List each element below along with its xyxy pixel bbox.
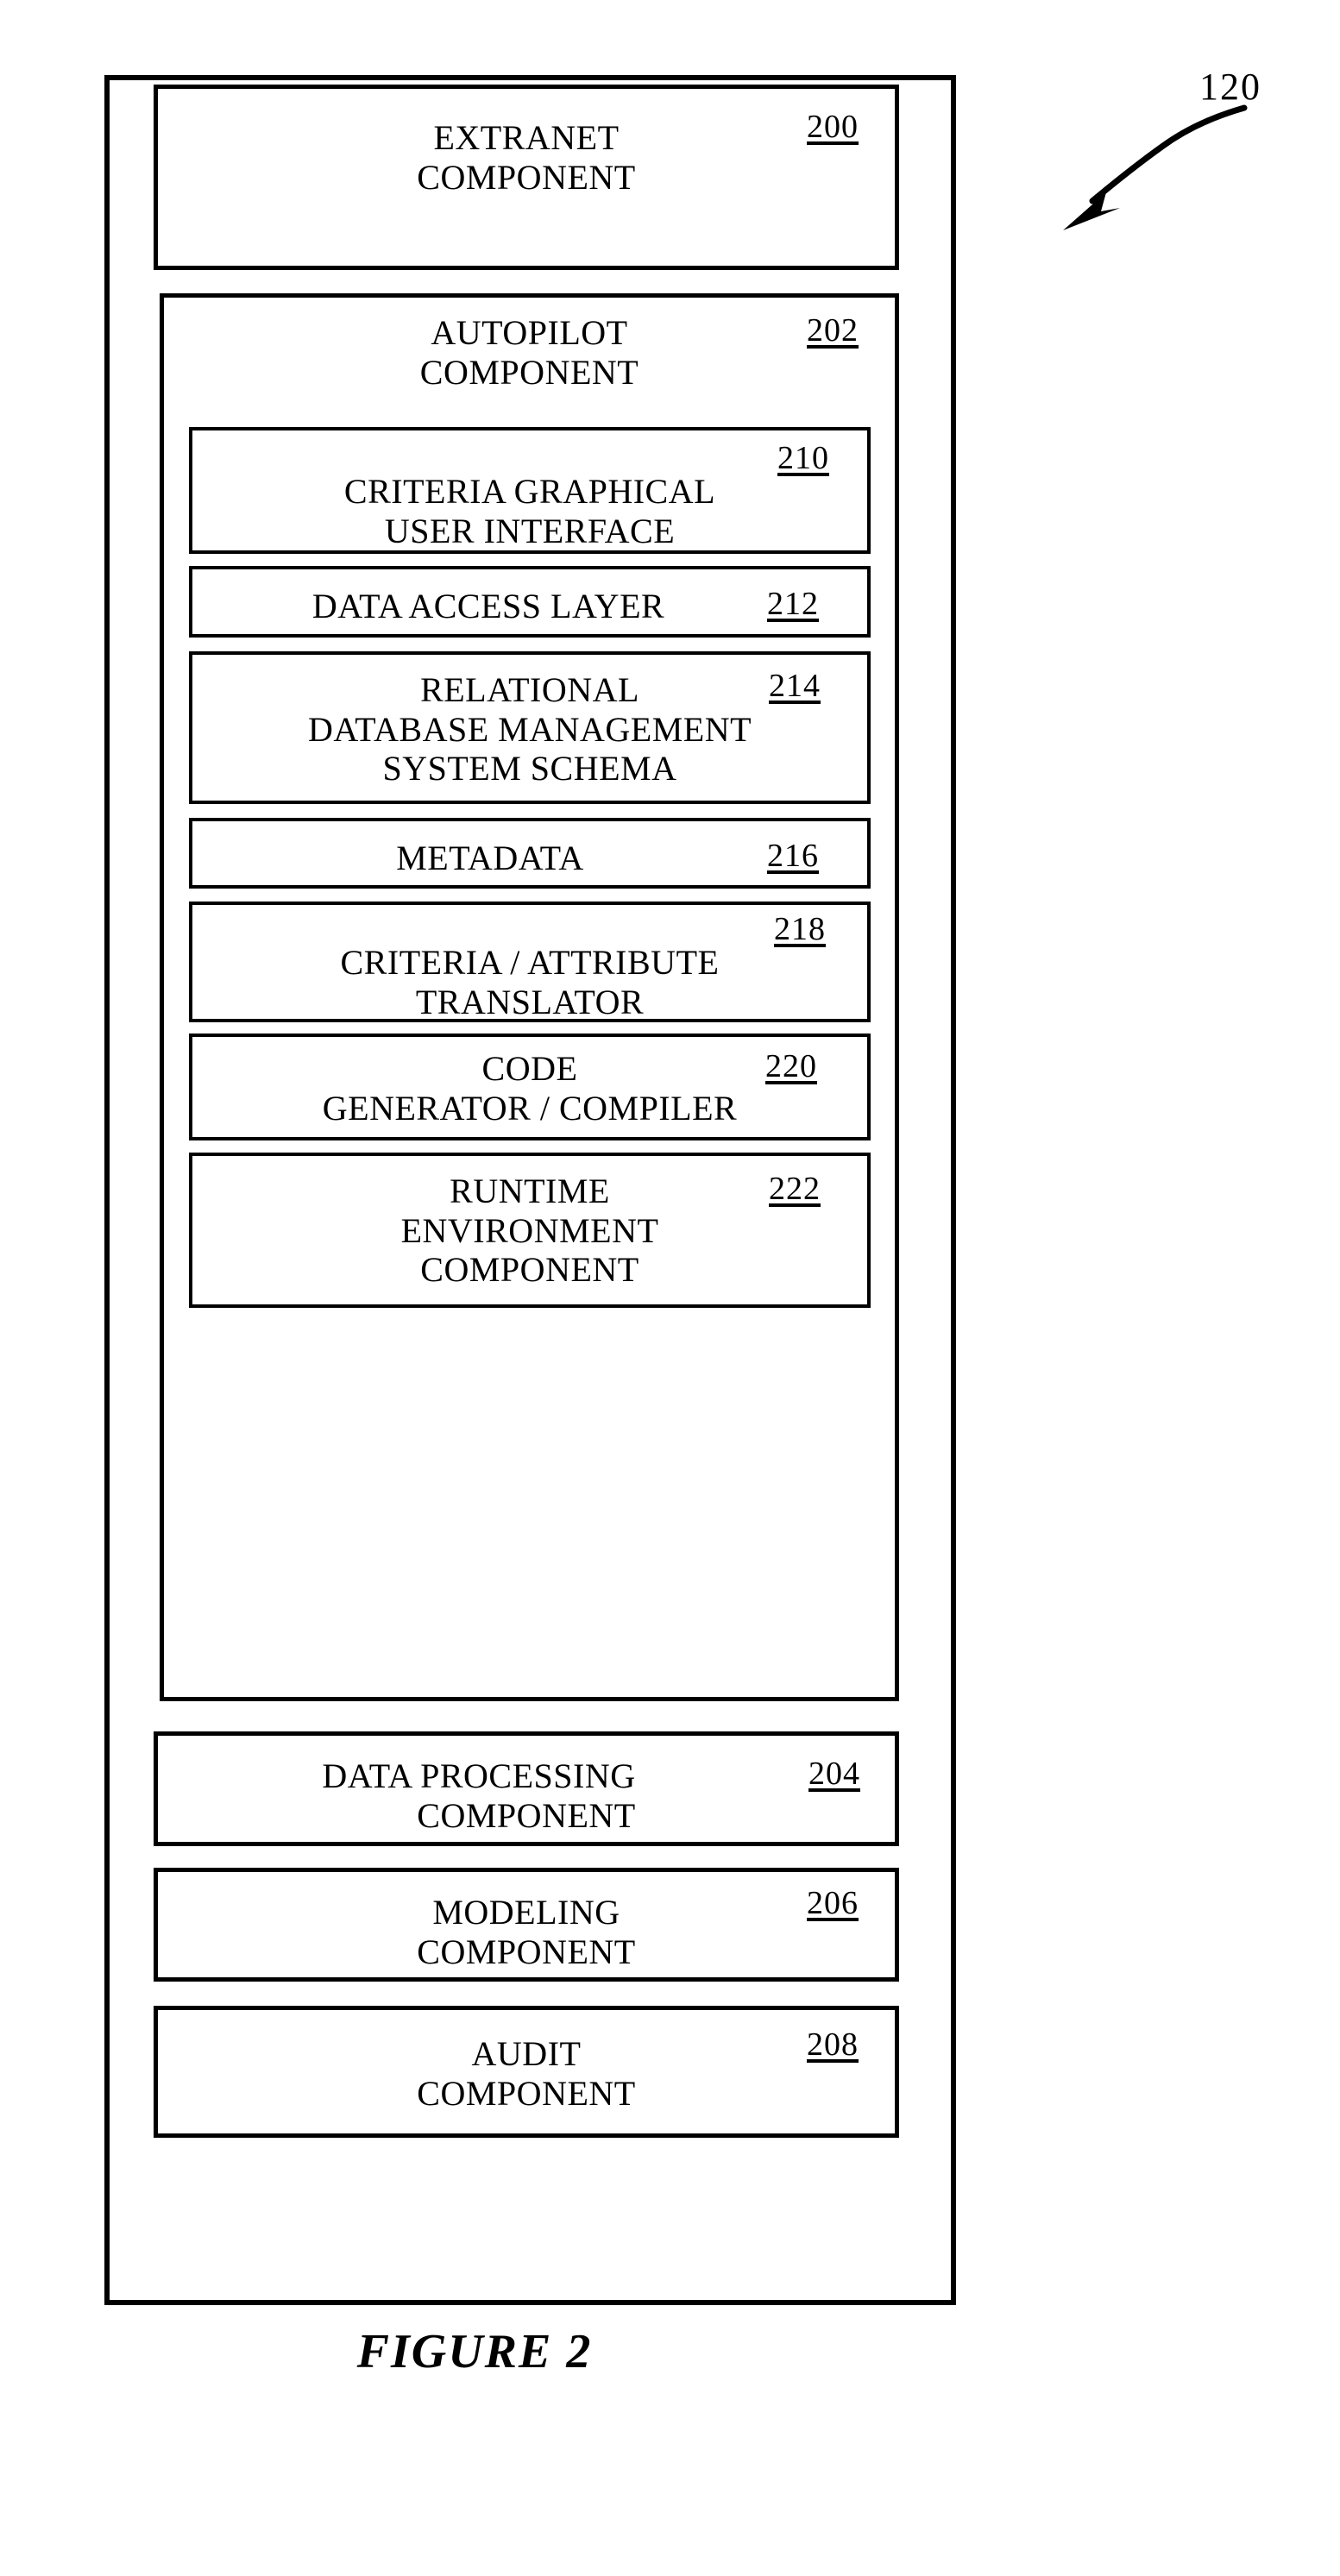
modeling-component-label: MODELING COMPONENT: [158, 1893, 895, 1971]
metadata-line-1: METADATA: [396, 839, 584, 877]
rdbms-line-3: SYSTEM SCHEMA: [382, 749, 677, 789]
runtime-line-3: COMPONENT: [420, 1250, 639, 1290]
dataproc-line-1: DATA PROCESSING: [322, 1756, 636, 1795]
audit-line-1: AUDIT: [471, 2034, 582, 2073]
runtime-environment-component-box: RUNTIME ENVIRONMENT COMPONENT 222: [189, 1153, 871, 1308]
ref-numeral-220: 220: [765, 1048, 817, 1084]
codegen-line-2: GENERATOR / COMPILER: [322, 1088, 738, 1128]
ref-numeral-202: 202: [807, 312, 859, 349]
data-access-layer-label: DATA ACCESS LAYER: [192, 587, 867, 626]
audit-component-label: AUDIT COMPONENT: [158, 2034, 895, 2113]
rdbms-line-1: RELATIONAL: [420, 670, 639, 709]
runtime-line-2: ENVIRONMENT: [400, 1210, 659, 1250]
ref-numeral-216: 216: [767, 838, 819, 874]
modeling-component-box: MODELING COMPONENT 206: [154, 1868, 899, 1982]
translator-line-1: CRITERIA / ATTRIBUTE: [340, 943, 720, 982]
ref-numeral-206: 206: [807, 1885, 859, 1921]
ref-numeral-210: 210: [777, 440, 829, 476]
translator-line-2: TRANSLATOR: [415, 982, 645, 1021]
data-processing-component-box: DATA PROCESSING COMPONENT 204: [154, 1731, 899, 1846]
criteria-gui-box: CRITERIA GRAPHICAL USER INTERFACE 210: [189, 427, 871, 554]
autopilot-line-1: AUTOPILOT: [431, 313, 628, 352]
audit-component-box: AUDIT COMPONENT 208: [154, 2006, 899, 2138]
callout-leader-arrow-icon: [1063, 104, 1248, 230]
metadata-box: METADATA 216: [189, 818, 871, 889]
ref-numeral-222: 222: [769, 1171, 821, 1207]
ref-numeral-214: 214: [769, 668, 821, 704]
extranet-component-label: EXTRANET COMPONENT: [158, 118, 895, 197]
data-access-layer-box: DATA ACCESS LAYER 212: [189, 566, 871, 638]
figure-canvas: EXTRANET COMPONENT 200 AUTOPILOT COMPONE…: [0, 0, 1340, 2576]
criteria-attribute-translator-label: CRITERIA / ATTRIBUTE TRANSLATOR: [192, 943, 867, 1021]
ref-numeral-212: 212: [767, 586, 819, 622]
runtime-environment-label: RUNTIME ENVIRONMENT COMPONENT: [192, 1172, 867, 1290]
criteria-gui-label: CRITERIA GRAPHICAL USER INTERFACE: [192, 472, 867, 550]
criteria-gui-line-2: USER INTERFACE: [384, 511, 676, 550]
rdbms-line-2: DATABASE MANAGEMENT: [307, 709, 752, 749]
ref-numeral-218: 218: [774, 911, 826, 947]
rdbms-schema-label: RELATIONAL DATABASE MANAGEMENT SYSTEM SC…: [192, 670, 867, 789]
extranet-line-1: EXTRANET: [433, 118, 620, 157]
figure-caption: FIGURE 2: [356, 2325, 593, 2378]
data-processing-component-label: DATA PROCESSING COMPONENT: [158, 1756, 895, 1835]
ref-numeral-200: 200: [807, 109, 859, 145]
ref-numeral-208: 208: [807, 2026, 859, 2063]
dataproc-line-2: COMPONENT: [417, 1795, 636, 1835]
code-generator-compiler-box: CODE GENERATOR / COMPILER 220: [189, 1034, 871, 1140]
extranet-component-box: EXTRANET COMPONENT 200: [154, 85, 899, 270]
modeling-line-1: MODELING: [432, 1893, 620, 1932]
autopilot-component-label: AUTOPILOT COMPONENT: [164, 313, 895, 392]
ref-numeral-204: 204: [808, 1756, 860, 1792]
runtime-line-1: RUNTIME: [450, 1172, 610, 1210]
criteria-attribute-translator-box: CRITERIA / ATTRIBUTE TRANSLATOR 218: [189, 902, 871, 1022]
audit-line-2: COMPONENT: [417, 2073, 636, 2113]
autopilot-line-2: COMPONENT: [419, 352, 639, 392]
metadata-label: METADATA: [192, 839, 867, 878]
modeling-line-2: COMPONENT: [417, 1932, 636, 1971]
criteria-gui-line-1: CRITERIA GRAPHICAL: [343, 472, 716, 511]
extranet-line-2: COMPONENT: [417, 157, 636, 197]
rdbms-schema-box: RELATIONAL DATABASE MANAGEMENT SYSTEM SC…: [189, 651, 871, 804]
data-access-layer-line-1: DATA ACCESS LAYER: [311, 587, 665, 625]
